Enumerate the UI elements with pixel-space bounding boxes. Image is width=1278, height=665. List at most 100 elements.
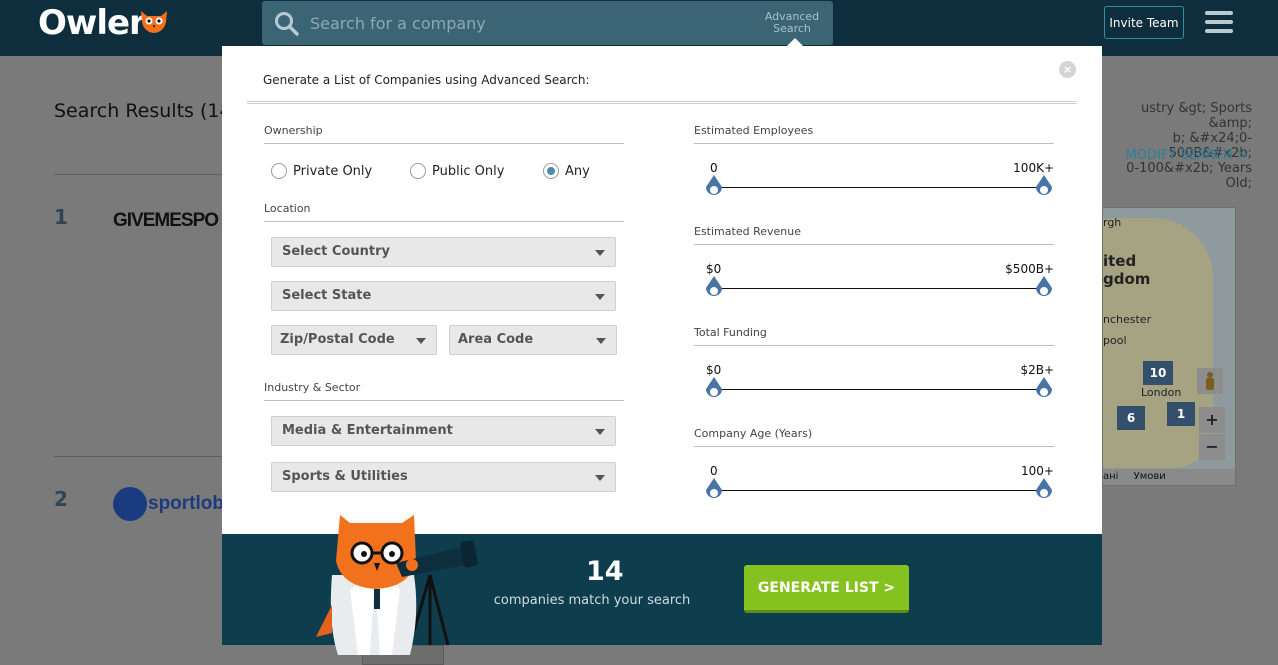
map-footer-text: ані: [1103, 471, 1119, 482]
sector-select[interactable]: Sports & Utilities: [271, 462, 616, 492]
slider-min-handle[interactable]: [704, 478, 724, 502]
country-select[interactable]: Select Country: [271, 237, 616, 267]
slider-min-value: $0: [706, 262, 722, 276]
divider: [694, 345, 1054, 346]
divider: [54, 456, 224, 457]
funding-range-slider[interactable]: $0 $2B+: [694, 363, 1054, 423]
map-cluster-marker[interactable]: 6: [1117, 406, 1145, 430]
radio-button-selected[interactable]: [543, 163, 559, 179]
map-zoom-in-button[interactable]: +: [1199, 407, 1225, 433]
ownership-radio-private[interactable]: Private Only: [271, 163, 372, 179]
divider: [247, 101, 1077, 104]
slider-track[interactable]: [714, 490, 1046, 491]
radio-button[interactable]: [410, 163, 426, 179]
map-cluster-marker[interactable]: 10: [1143, 361, 1173, 385]
select-value: Zip/Postal Code: [280, 332, 395, 347]
result-company-logo[interactable]: GIVEMESPO: [113, 210, 219, 232]
match-count-text: companies match your search: [493, 593, 691, 608]
owler-logo[interactable]: Owler: [38, 3, 146, 43]
zip-code-select[interactable]: Zip/Postal Code: [271, 325, 437, 355]
divider: [264, 221, 624, 222]
map-footer: ані Умови використання: [1103, 469, 1235, 485]
slider-track[interactable]: [714, 288, 1046, 289]
advanced-search-caret: [787, 38, 803, 46]
ownership-radio-any[interactable]: Any: [543, 163, 590, 179]
employees-label: Estimated Employees: [694, 124, 814, 137]
industry-label: Industry & Sector: [264, 381, 361, 394]
chevron-down-icon: [595, 429, 605, 435]
modal-title: Generate a List of Companies using Advan…: [263, 73, 590, 87]
ownership-radio-public[interactable]: Public Only: [410, 163, 504, 179]
map-zoom-out-button[interactable]: −: [1199, 434, 1225, 460]
radio-label: Private Only: [293, 163, 373, 179]
company-age-range-slider[interactable]: 0 100+: [694, 464, 1054, 524]
slider-min-value: 0: [710, 464, 718, 478]
slider-max-value: 100+: [1021, 464, 1054, 478]
area-code-select[interactable]: Area Code: [449, 325, 617, 355]
chevron-down-icon: [595, 294, 605, 300]
search-input[interactable]: [310, 1, 760, 45]
search-results-title: Search Results (14: [54, 100, 232, 122]
slider-max-value: 100K+: [1013, 161, 1054, 175]
modify-search-link[interactable]: MODIFY SEARCH >: [1102, 148, 1248, 163]
slider-max-value: $500B+: [1005, 262, 1054, 276]
hamburger-menu-icon[interactable]: [1205, 11, 1235, 33]
slider-track[interactable]: [714, 187, 1046, 188]
divider: [264, 143, 624, 144]
search-icon[interactable]: [274, 11, 300, 37]
revenue-range-slider[interactable]: $0 $500B+: [694, 262, 1054, 322]
select-value: Sports & Utilities: [282, 469, 408, 484]
map-label: nchester: [1103, 313, 1152, 326]
revenue-label: Estimated Revenue: [694, 225, 801, 238]
chevron-down-icon: [416, 338, 426, 344]
radio-label: Any: [565, 163, 590, 179]
slider-min-handle[interactable]: [704, 377, 724, 401]
divider: [694, 143, 1054, 144]
criteria-line: ustry &gt; Sports &amp;: [1141, 101, 1252, 131]
divider: [54, 174, 224, 175]
slider-max-handle[interactable]: [1034, 276, 1054, 300]
slider-max-handle[interactable]: [1034, 175, 1054, 199]
chevron-down-icon: [595, 250, 605, 256]
slider-max-handle[interactable]: [1034, 377, 1054, 401]
select-value: Select Country: [282, 244, 390, 259]
company-age-label: Company Age (Years): [694, 427, 813, 440]
map-label: ited: [1103, 252, 1137, 270]
radio-button[interactable]: [271, 163, 287, 179]
slider-min-handle[interactable]: [704, 276, 724, 300]
chevron-down-icon: [595, 475, 605, 481]
state-select[interactable]: Select State: [271, 281, 616, 311]
location-label: Location: [264, 202, 311, 215]
result-company-logo[interactable]: sportlob: [113, 487, 224, 521]
close-icon[interactable]: ×: [1059, 61, 1076, 78]
slider-track[interactable]: [714, 389, 1046, 390]
advanced-search-link[interactable]: Advanced Search: [761, 11, 823, 35]
match-count: 14: [586, 556, 624, 587]
map-label: pool: [1103, 334, 1127, 347]
slider-max-handle[interactable]: [1034, 478, 1054, 502]
chevron-down-icon: [596, 338, 606, 344]
advanced-search-label-2: Search: [773, 22, 811, 35]
invite-team-button[interactable]: Invite Team: [1104, 6, 1184, 39]
owl-logo-icon: [141, 11, 167, 33]
street-view-pegman-icon[interactable]: [1197, 368, 1223, 394]
map-label: gdom: [1103, 270, 1151, 288]
result-number: 2: [54, 487, 68, 511]
company-logo-text: sportlob: [148, 493, 224, 514]
map-cluster-marker[interactable]: 1: [1167, 402, 1195, 426]
employees-range-slider[interactable]: 0 100K+: [694, 161, 1054, 221]
map-label: London: [1141, 386, 1182, 399]
results-map[interactable]: rgh ited gdom nchester pool London 10 6 …: [1102, 207, 1236, 486]
slider-min-value: 0: [710, 161, 718, 175]
select-value: Select State: [282, 288, 372, 303]
industry-select[interactable]: Media & Entertainment: [271, 416, 616, 446]
divider: [694, 244, 1054, 245]
radio-label: Public Only: [432, 163, 505, 179]
slider-min-value: $0: [706, 363, 722, 377]
select-value: Media & Entertainment: [282, 423, 453, 438]
criteria-line: 0-100&#x2b; Years Old;: [1126, 161, 1252, 191]
slider-min-handle[interactable]: [704, 175, 724, 199]
generate-list-button[interactable]: GENERATE LIST >: [744, 565, 909, 613]
owl-mascot-telescope-icon: [316, 515, 478, 655]
funding-label: Total Funding: [694, 326, 767, 339]
